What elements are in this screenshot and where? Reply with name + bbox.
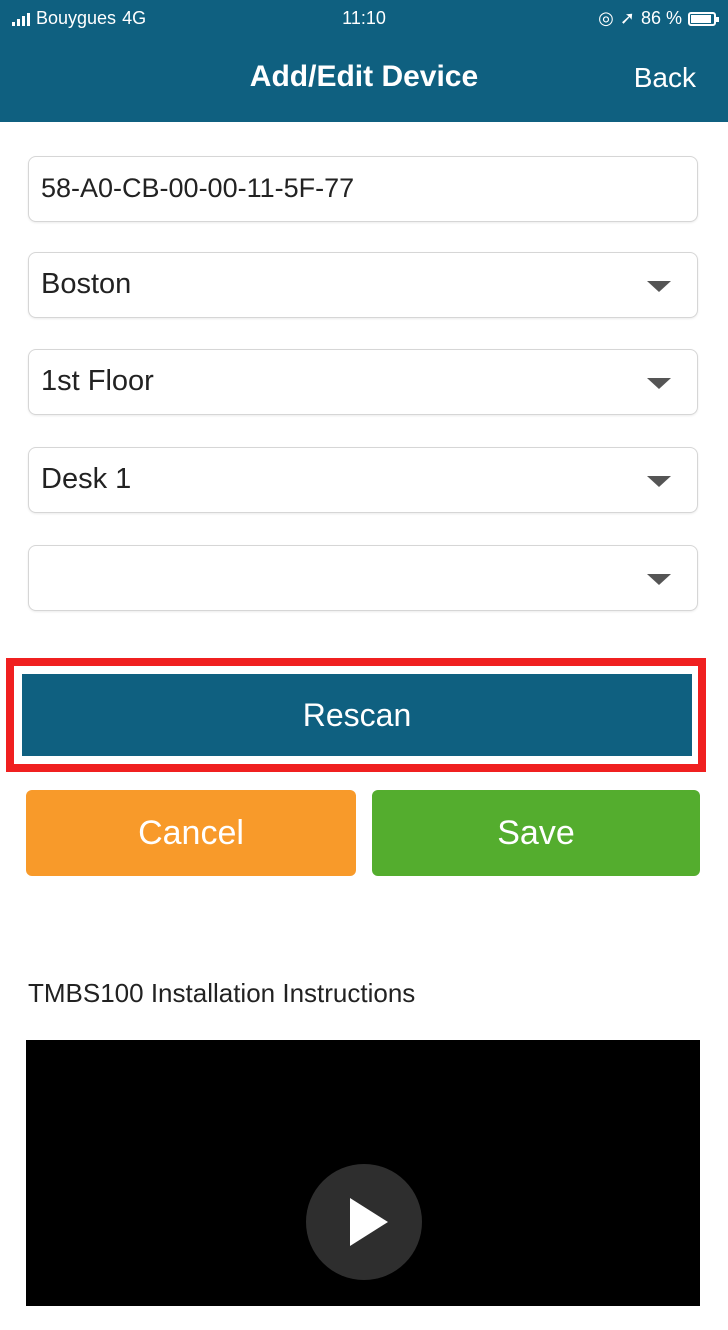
- cancel-button[interactable]: Cancel: [26, 790, 356, 876]
- floor-select[interactable]: 1st Floor: [28, 349, 698, 415]
- page-title: Add/Edit Device: [249, 60, 479, 93]
- city-select-value: Boston: [41, 268, 132, 300]
- status-right: ◎ ➚ 86 %: [598, 8, 719, 29]
- chevron-down-icon: [647, 378, 671, 389]
- floor-select-value: 1st Floor: [41, 365, 154, 397]
- video-player[interactable]: [26, 1040, 700, 1306]
- chevron-down-icon: [647, 476, 671, 487]
- device-id-value: 58-A0-CB-00-00-11-5F-77: [41, 173, 355, 203]
- desk-select-value: Desk 1: [41, 463, 132, 495]
- battery-icon: [688, 11, 719, 26]
- chevron-down-icon: [647, 574, 671, 585]
- play-icon: [350, 1198, 388, 1246]
- back-button[interactable]: Back: [634, 62, 696, 94]
- save-button[interactable]: Save: [372, 790, 700, 876]
- arrow-icon: ➚: [619, 8, 635, 28]
- battery-percent: 86 %: [640, 8, 682, 28]
- instructions-label: TMBS100 Installation Instructions: [28, 978, 416, 1008]
- device-id-input[interactable]: 58-A0-CB-00-00-11-5F-77: [28, 156, 698, 222]
- desk-select[interactable]: Desk 1: [28, 447, 698, 513]
- app-header: Bouygues 4G 11:10 ◎ ➚ 86 % Add/Edit Devi…: [0, 0, 728, 122]
- chevron-down-icon: [647, 281, 671, 292]
- status-bar: Bouygues 4G 11:10 ◎ ➚ 86 %: [0, 0, 728, 42]
- city-select[interactable]: Boston: [28, 252, 698, 318]
- rescan-button[interactable]: Rescan: [22, 674, 692, 756]
- location-icon: ◎: [598, 8, 614, 28]
- extra-select[interactable]: [28, 545, 698, 611]
- play-button[interactable]: [306, 1164, 422, 1280]
